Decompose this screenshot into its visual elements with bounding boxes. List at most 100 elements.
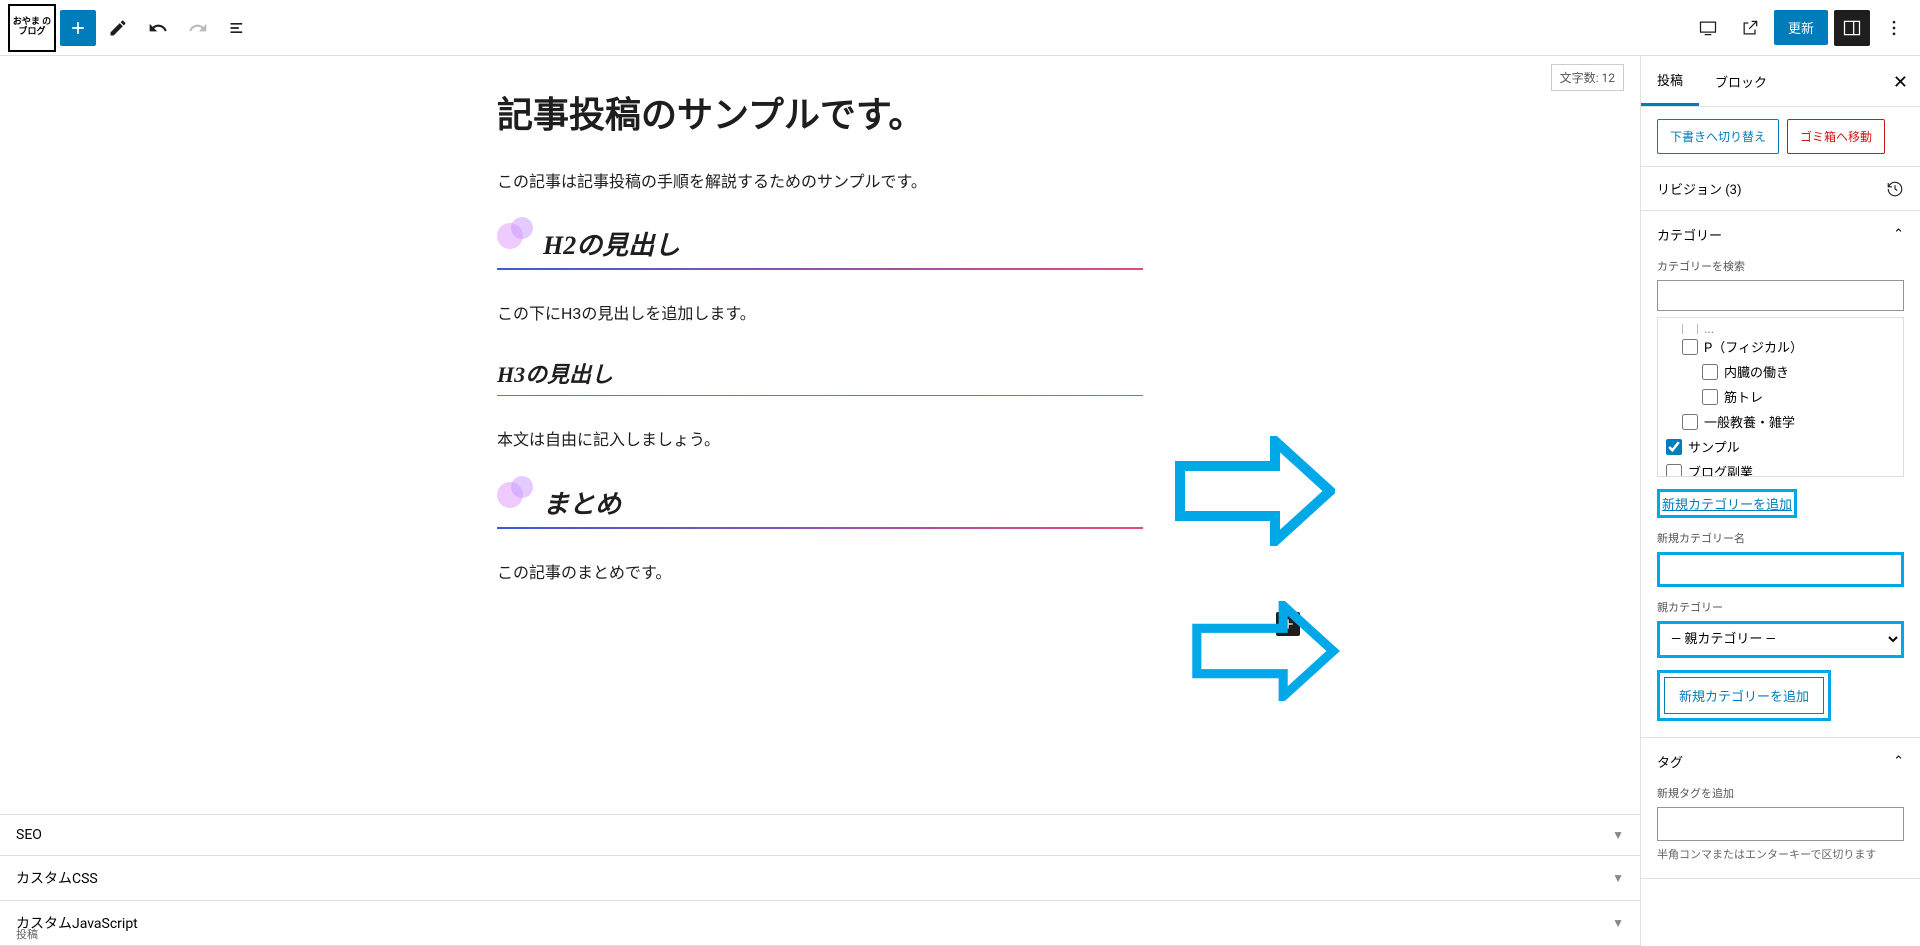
tab-post[interactable]: 投稿	[1641, 56, 1699, 106]
undo-button[interactable]	[140, 10, 176, 46]
tag-panel-header[interactable]: タグ ⌃	[1641, 738, 1920, 785]
settings-panel-toggle[interactable]	[1834, 10, 1870, 46]
undo-icon	[148, 18, 168, 38]
category-checkbox[interactable]	[1702, 389, 1718, 405]
tag-help-text: 半角コンマまたはエンターキーで区切ります	[1657, 847, 1904, 862]
new-category-name-label: 新規カテゴリー名	[1657, 530, 1904, 546]
chevron-down-icon: ▼	[1612, 828, 1624, 842]
category-item: P（フィジカル）	[1662, 334, 1899, 359]
list-icon	[228, 18, 248, 38]
heading-decoration-icon	[497, 217, 535, 255]
footer-label: 投稿	[16, 926, 38, 942]
category-checkbox[interactable]	[1666, 464, 1682, 478]
annotation-arrow-icon	[1175, 436, 1335, 550]
category-label: ブログ副業	[1688, 462, 1753, 477]
panel-label: カスタムCSS	[16, 868, 98, 888]
paragraph-block[interactable]: この記事のまとめです。	[497, 559, 1143, 586]
more-options-button[interactable]	[1876, 10, 1912, 46]
edit-mode-button[interactable]	[100, 10, 136, 46]
word-count-value: 12	[1602, 71, 1616, 85]
category-label: P（フィジカル）	[1704, 337, 1803, 356]
meta-panels: SEO ▼ カスタムCSS ▼ カスタムJavaScript▼	[0, 814, 1640, 946]
panel-title: タグ	[1657, 752, 1683, 771]
heading-h2-block[interactable]: H2の見出し	[497, 225, 1143, 270]
update-button[interactable]: 更新	[1774, 10, 1828, 45]
category-label: 一般教養・雑学	[1704, 412, 1795, 431]
paragraph-block[interactable]: 本文は自由に記入しましょう。	[497, 426, 1143, 453]
tag-input[interactable]	[1657, 807, 1904, 841]
category-item: 筋トレ	[1662, 384, 1899, 409]
panel-label: SEO	[16, 827, 42, 843]
document-overview-button[interactable]	[220, 10, 256, 46]
seo-panel[interactable]: SEO ▼	[0, 814, 1640, 855]
close-icon: ✕	[1893, 72, 1908, 93]
pencil-icon	[108, 18, 128, 38]
h2-heading[interactable]: まとめ	[497, 484, 1143, 529]
category-checkbox[interactable]	[1682, 339, 1698, 355]
paragraph-block[interactable]: この記事は記事投稿の手順を解説するためのサンプルです。	[497, 168, 1143, 195]
view-button[interactable]	[1690, 10, 1726, 46]
h3-heading[interactable]: H3の見出し	[497, 357, 1143, 396]
add-category-link[interactable]: 新規カテゴリーを追加	[1662, 494, 1792, 513]
custom-js-panel[interactable]: カスタムJavaScript▼	[0, 900, 1640, 946]
category-item: 一般教養・雑学	[1662, 409, 1899, 434]
chevron-up-icon: ⌃	[1893, 754, 1904, 769]
toolbar-left: おやま の ブログ	[8, 4, 256, 52]
post-actions-row: 下書きへ切り替え ゴミ箱へ移動	[1641, 107, 1920, 167]
chevron-down-icon: ▼	[1612, 871, 1624, 885]
category-checkbox[interactable]	[1702, 364, 1718, 380]
new-category-name-input[interactable]	[1657, 552, 1904, 587]
heading-h3-block[interactable]: H3の見出し	[497, 357, 1143, 396]
switch-to-draft-button[interactable]: 下書きへ切り替え	[1657, 119, 1779, 154]
chevron-up-icon: ⌃	[1893, 227, 1904, 242]
add-block-button[interactable]	[1276, 612, 1300, 636]
h2-heading[interactable]: H2の見出し	[497, 225, 1143, 270]
preview-button[interactable]	[1732, 10, 1768, 46]
word-count-label: 文字数:	[1560, 71, 1599, 85]
revisions-label: リビジョン (3)	[1657, 179, 1742, 198]
redo-icon	[188, 18, 208, 38]
revisions-row[interactable]: リビジョン (3)	[1641, 167, 1920, 211]
dots-vertical-icon	[1884, 18, 1904, 38]
sidebar-icon	[1842, 18, 1862, 38]
add-category-button[interactable]: 新規カテゴリーを追加	[1664, 677, 1824, 714]
category-checkbox[interactable]	[1682, 414, 1698, 430]
site-logo[interactable]: おやま の ブログ	[8, 4, 56, 52]
category-label: 筋トレ	[1724, 387, 1763, 406]
panel-title: カテゴリー	[1657, 225, 1722, 244]
move-to-trash-button[interactable]: ゴミ箱へ移動	[1787, 119, 1885, 154]
category-checkbox[interactable]	[1682, 324, 1698, 334]
toolbar-right: 更新	[1690, 10, 1912, 46]
category-item: ブログ副業	[1662, 459, 1899, 477]
category-item: サンプル	[1662, 434, 1899, 459]
custom-css-panel[interactable]: カスタムCSS ▼	[0, 855, 1640, 900]
tab-block[interactable]: ブロック	[1699, 56, 1783, 106]
tag-panel-body: 新規タグを追加 半角コンマまたはエンターキーで区切ります	[1641, 785, 1920, 878]
add-block-toggle[interactable]	[60, 10, 96, 46]
category-label: サンプル	[1688, 437, 1740, 456]
history-icon	[1886, 180, 1904, 198]
category-checkbox[interactable]	[1666, 439, 1682, 455]
add-tag-label: 新規タグを追加	[1657, 785, 1904, 801]
heading-decoration-icon	[497, 476, 535, 514]
category-item: 内臓の働き	[1662, 359, 1899, 384]
paragraph-block[interactable]: この下にH3の見出しを追加します。	[497, 300, 1143, 327]
close-sidebar-button[interactable]: ✕	[1889, 68, 1912, 97]
post-title[interactable]: 記事投稿のサンプルです。	[497, 86, 1143, 138]
editor-canvas[interactable]: 文字数: 12 記事投稿のサンプルです。 この記事は記事投稿の手順を解説するため…	[0, 56, 1640, 946]
plus-icon	[68, 18, 88, 38]
category-panel-header[interactable]: カテゴリー ⌃	[1641, 211, 1920, 258]
heading-h2-block[interactable]: まとめ	[497, 484, 1143, 529]
settings-sidebar: 投稿 ブロック ✕ 下書きへ切り替え ゴミ箱へ移動 リビジョン (3) カテゴリ…	[1640, 56, 1920, 946]
redo-button[interactable]	[180, 10, 216, 46]
plus-icon	[1280, 616, 1296, 632]
annotation-arrow-icon	[1190, 601, 1340, 705]
sidebar-tabs: 投稿 ブロック ✕	[1641, 56, 1920, 107]
category-search-input[interactable]	[1657, 280, 1904, 311]
parent-category-label: 親カテゴリー	[1657, 599, 1904, 615]
category-list[interactable]: ... P（フィジカル） 内臓の働き 筋トレ	[1657, 317, 1904, 477]
editor-toolbar: おやま の ブログ 更新	[0, 0, 1920, 56]
parent-category-select[interactable]: — 親カテゴリー —	[1657, 621, 1904, 658]
desktop-icon	[1698, 18, 1718, 38]
external-icon	[1740, 18, 1760, 38]
